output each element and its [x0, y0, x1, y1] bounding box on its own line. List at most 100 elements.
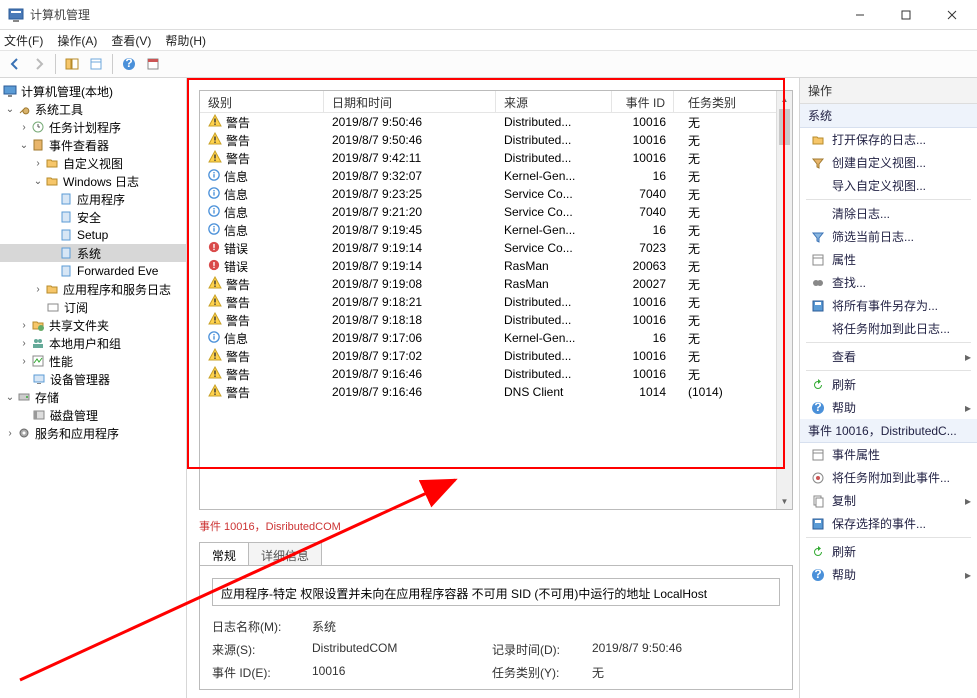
tree-local-users[interactable]: ›本地用户和组	[0, 334, 186, 352]
list-row[interactable]: 信息2019/8/7 9:32:07Kernel-Gen...16无	[200, 167, 776, 185]
list-row[interactable]: 信息2019/8/7 9:19:45Kernel-Gen...16无	[200, 221, 776, 239]
list-header: 级别 日期和时间 来源 事件 ID 任务类别	[200, 91, 792, 113]
cell-event-id: 10016	[612, 367, 674, 381]
tree-custom-views[interactable]: ›自定义视图	[0, 154, 186, 172]
tree-subscriptions[interactable]: 订阅	[0, 298, 186, 316]
tree-disk-mgmt[interactable]: 磁盘管理	[0, 406, 186, 424]
menu-file[interactable]: 文件(F)	[4, 32, 43, 49]
list-row[interactable]: 信息2019/8/7 9:23:25Service Co...7040无	[200, 185, 776, 203]
tree-security[interactable]: 安全	[0, 208, 186, 226]
tree-event-viewer[interactable]: ⌄事件查看器	[0, 136, 186, 154]
refresh-icon	[810, 544, 826, 560]
tree-shared-folders[interactable]: ›共享文件夹	[0, 316, 186, 334]
list-row[interactable]: 警告2019/8/7 9:50:46Distributed...10016无	[200, 131, 776, 149]
cell-task: 无	[674, 258, 744, 275]
scroll-down-icon[interactable]: ▼	[777, 493, 792, 509]
act-refresh2[interactable]: 刷新	[800, 540, 977, 563]
act-filter-log[interactable]: 筛选当前日志...	[800, 225, 977, 248]
val-source: DistributedCOM	[312, 641, 492, 658]
cell-task: 无	[674, 312, 744, 329]
list-row[interactable]: 警告2019/8/7 9:17:02Distributed...10016无	[200, 347, 776, 365]
list-row[interactable]: 警告2019/8/7 9:19:08RasMan20027无	[200, 275, 776, 293]
cell-event-id: 10016	[612, 133, 674, 147]
list-row[interactable]: 警告2019/8/7 9:18:18Distributed...10016无	[200, 311, 776, 329]
act-find[interactable]: 查找...	[800, 271, 977, 294]
act-help2[interactable]: ?帮助▸	[800, 563, 977, 586]
list-row[interactable]: 错误2019/8/7 9:19:14Service Co...7023无	[200, 239, 776, 257]
act-copy[interactable]: 复制▸	[800, 489, 977, 512]
act-clear-log[interactable]: 清除日志...	[800, 202, 977, 225]
tree-root[interactable]: 计算机管理(本地)	[0, 82, 186, 100]
act-save-selected[interactable]: 保存选择的事件...	[800, 512, 977, 535]
col-source[interactable]: 来源	[496, 91, 612, 112]
col-datetime[interactable]: 日期和时间	[324, 91, 496, 112]
maximize-button[interactable]	[883, 0, 929, 30]
help-button[interactable]: ?	[118, 53, 140, 75]
minimize-button[interactable]	[837, 0, 883, 30]
act-attach-evt-task[interactable]: 将任务附加到此事件...	[800, 466, 977, 489]
scroll-up-icon[interactable]: ▲	[777, 91, 792, 107]
tree-setup[interactable]: Setup	[0, 226, 186, 244]
scroll-thumb[interactable]	[779, 109, 790, 145]
list-row[interactable]: 警告2019/8/7 9:16:46DNS Client1014(1014)	[200, 383, 776, 401]
tree-performance[interactable]: ›性能	[0, 352, 186, 370]
tree-app-log[interactable]: 应用程序	[0, 190, 186, 208]
menu-help[interactable]: 帮助(H)	[165, 32, 206, 49]
list-row[interactable]: 警告2019/8/7 9:18:21Distributed...10016无	[200, 293, 776, 311]
act-event-props[interactable]: 事件属性	[800, 443, 977, 466]
tree-win-logs[interactable]: ⌄Windows 日志	[0, 172, 186, 190]
tree-sys-tools[interactable]: ⌄系统工具	[0, 100, 186, 118]
tree-forwarded[interactable]: Forwarded Eve	[0, 262, 186, 280]
tree-storage[interactable]: ⌄存储	[0, 388, 186, 406]
folder-icon	[44, 155, 60, 171]
forward-button[interactable]	[28, 53, 50, 75]
cell-event-id: 1014	[612, 385, 674, 399]
list-row[interactable]: 错误2019/8/7 9:19:14RasMan20063无	[200, 257, 776, 275]
val-eventid: 10016	[312, 664, 492, 681]
cell-source: Service Co...	[496, 187, 612, 201]
act-view[interactable]: 查看▸	[800, 345, 977, 368]
close-button[interactable]	[929, 0, 975, 30]
list-row[interactable]: 警告2019/8/7 9:16:46Distributed...10016无	[200, 365, 776, 383]
act-import-custom[interactable]: 导入自定义视图...	[800, 174, 977, 197]
tree-task-sched[interactable]: ›任务计划程序	[0, 118, 186, 136]
list-row[interactable]: 警告2019/8/7 9:50:46Distributed...10016无	[200, 113, 776, 131]
cell-source: Distributed...	[496, 349, 612, 363]
tree-app-svc-logs[interactable]: ›应用程序和服务日志	[0, 280, 186, 298]
properties-button[interactable]	[85, 53, 107, 75]
cell-source: RasMan	[496, 277, 612, 291]
list-row[interactable]: 警告2019/8/7 9:42:11Distributed...10016无	[200, 149, 776, 167]
cell-datetime: 2019/8/7 9:18:21	[324, 295, 496, 309]
tree-services-apps[interactable]: ›服务和应用程序	[0, 424, 186, 442]
toolbar: ?	[0, 50, 977, 78]
col-event-id[interactable]: 事件 ID	[612, 91, 674, 112]
col-level[interactable]: 级别	[200, 91, 324, 112]
extra-button[interactable]	[142, 53, 164, 75]
list-row[interactable]: 信息2019/8/7 9:17:06Kernel-Gen...16无	[200, 329, 776, 347]
menu-view[interactable]: 查看(V)	[111, 32, 151, 49]
show-hide-tree-button[interactable]	[61, 53, 83, 75]
cell-event-id: 16	[612, 223, 674, 237]
cell-datetime: 2019/8/7 9:17:02	[324, 349, 496, 363]
tree-system[interactable]: 系统	[0, 244, 186, 262]
act-help[interactable]: ?帮助▸	[800, 396, 977, 419]
act-properties[interactable]: 属性	[800, 248, 977, 271]
properties-icon	[810, 447, 826, 463]
info-icon	[208, 223, 220, 238]
list-row[interactable]: 信息2019/8/7 9:21:20Service Co...7040无	[200, 203, 776, 221]
act-create-custom[interactable]: 创建自定义视图...	[800, 151, 977, 174]
act-open-saved[interactable]: 打开保存的日志...	[800, 128, 977, 151]
col-task[interactable]: 任务类别	[674, 91, 792, 112]
act-attach-task[interactable]: 将任务附加到此日志...	[800, 317, 977, 340]
chevron-right-icon: ▸	[965, 401, 971, 415]
back-button[interactable]	[4, 53, 26, 75]
tree-device-mgr[interactable]: 设备管理器	[0, 370, 186, 388]
list-scrollbar[interactable]: ▲ ▼	[776, 91, 792, 509]
warn-icon	[208, 348, 222, 365]
act-save-all[interactable]: 将所有事件另存为...	[800, 294, 977, 317]
help-icon: ?	[810, 567, 826, 583]
cell-level: 警告	[226, 366, 250, 383]
menu-action[interactable]: 操作(A)	[57, 32, 97, 49]
cell-task: (1014)	[674, 385, 744, 399]
act-refresh[interactable]: 刷新	[800, 373, 977, 396]
